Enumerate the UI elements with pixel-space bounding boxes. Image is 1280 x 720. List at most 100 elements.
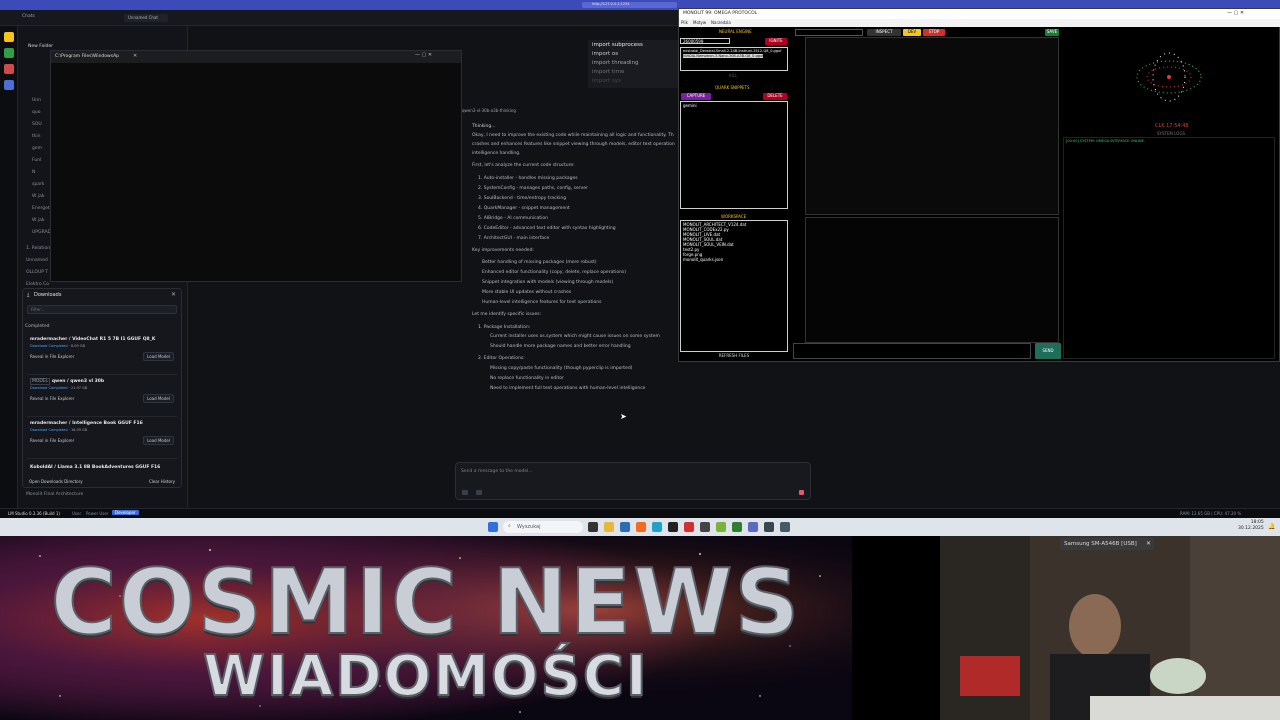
taskbar-search[interactable]: ⌕ Wyszukaj [503, 521, 583, 533]
close-icon[interactable]: ✕ [171, 291, 176, 298]
import-line: import sys [592, 78, 621, 84]
send-button[interactable]: SEND [1035, 343, 1061, 359]
sidebar-item[interactable]: 1. Relation [26, 246, 50, 251]
message-composer[interactable]: Send a message to the model... [455, 462, 811, 500]
thinking-indicator[interactable]: Thinking... [472, 124, 496, 129]
model-list[interactable]: mistralai_Devstral-Small-2-24B-Instruct-… [680, 47, 788, 71]
menu-motyw[interactable]: Motyw [693, 20, 706, 25]
delete-button[interactable]: DELETE [763, 93, 787, 100]
dev-button[interactable]: DEV [903, 29, 921, 36]
load-model-button[interactable]: Load Model [143, 352, 174, 361]
sidebar-item[interactable]: Unnamed [26, 258, 48, 263]
save-button[interactable]: SAVE [1045, 29, 1059, 36]
tools-icon[interactable] [476, 490, 482, 495]
explorer-window-controls[interactable]: — ▢ ✕ [415, 52, 432, 58]
output-area[interactable] [805, 217, 1059, 343]
reveal-button[interactable]: Reveal in File Explorer [30, 396, 74, 401]
command-input[interactable] [795, 29, 863, 36]
list-item: Current installer uses os.system which m… [490, 334, 660, 339]
chat-icon[interactable] [4, 32, 14, 42]
store-icon[interactable] [620, 522, 630, 532]
sidebar-item[interactable]: quo [32, 110, 40, 115]
monolith-window-controls[interactable]: — ▢ ✕ [1227, 10, 1244, 16]
composer-placeholder[interactable]: Send a message to the model... [461, 469, 533, 474]
stop-button[interactable]: STOP [923, 29, 945, 36]
refresh-files-button[interactable]: REFRESH FILES [699, 353, 769, 359]
sidebar-item[interactable]: Funl [32, 158, 41, 163]
system-log-panel: [00:00] SYSTEM: OMEGA INTERFACE ONLINE. [1063, 137, 1275, 359]
app-icon[interactable] [716, 522, 726, 532]
mode-power-user[interactable]: Power User [86, 511, 108, 516]
model-option-selected[interactable]: NVIDIA-Nemotron-3-Nano-30B-A3B-Q8_0.gguf [683, 54, 764, 58]
app-icon[interactable] [764, 522, 774, 532]
reveal-button[interactable]: Reveal in File Explorer [30, 438, 74, 443]
app-icon[interactable] [780, 522, 790, 532]
search-icon[interactable] [4, 80, 14, 90]
attach-icon[interactable] [462, 490, 468, 495]
folder-new[interactable]: New Folder [28, 44, 53, 49]
terminal-icon[interactable] [4, 48, 14, 58]
sidebar-item[interactable]: spark [32, 182, 44, 187]
mode-developer[interactable]: Developer [112, 510, 139, 515]
sidebar-item[interactable]: SOU [32, 122, 42, 127]
system-logs-header: SYSTEM LOGS [1157, 131, 1186, 136]
list-item: More stable UI updates without crashes [482, 290, 572, 295]
start-icon[interactable] [488, 522, 498, 532]
load-model-button[interactable]: Load Model [143, 394, 174, 403]
port-field[interactable]: 26000599 [680, 38, 730, 44]
sidebar-item[interactable]: Elektro Co [26, 282, 49, 287]
browser-address-tab[interactable]: http://127.0.0.1:1234 [582, 2, 677, 8]
terminal-icon[interactable] [668, 522, 678, 532]
file-explorer-icon[interactable] [604, 522, 614, 532]
sidebar-item[interactable]: Unn [32, 98, 41, 103]
code-editor[interactable] [805, 37, 1059, 215]
brave-icon[interactable] [636, 522, 646, 532]
load-model-button[interactable]: Load Model [143, 436, 174, 445]
kill-button[interactable]: KILL [729, 73, 737, 78]
app-icon[interactable] [684, 522, 694, 532]
file-item[interactable]: monolit_quarks.json [683, 257, 723, 262]
folder-icon[interactable] [4, 64, 14, 74]
sidebar-footer[interactable]: Monolit Final Architecture [26, 492, 83, 497]
sidebar-item[interactable]: OLLOUP T [26, 270, 48, 275]
menu-narzedzia[interactable]: Narzedzia [711, 20, 731, 25]
sidebar-item[interactable]: N [32, 170, 35, 175]
snippet-list[interactable]: gemini [680, 101, 788, 209]
taskbar-clock[interactable]: 18:05 30.12.2025 [1238, 520, 1264, 532]
edge-icon[interactable] [652, 522, 662, 532]
mode-user[interactable]: User [72, 511, 81, 516]
open-downloads-dir-button[interactable]: Open Downloads Directory [29, 479, 83, 484]
wiadomosci-subtitle: WIADOMOŚCI [202, 643, 649, 710]
clear-history-button[interactable]: Clear History [149, 479, 175, 484]
ignite-button[interactable]: IGNITE [765, 38, 787, 45]
app-icon[interactable] [700, 522, 710, 532]
inspect-button[interactable]: INSPECT [867, 29, 901, 36]
notification-icon[interactable]: 🔔 [1268, 523, 1275, 530]
sidebar-item[interactable]: gem [32, 146, 42, 151]
app-icon[interactable] [732, 522, 742, 532]
model-option[interactable]: mistralai_Devstral-Small-2-24B-Instruct-… [683, 49, 781, 53]
reveal-button[interactable]: Reveal in File Explorer [30, 354, 74, 359]
sidebar-item[interactable]: W jak [32, 218, 45, 223]
monolith-title-bar: MONOLIT 99: OMEGA PROTOCOL — ▢ ✕ [679, 9, 1280, 19]
app-icon[interactable] [748, 522, 758, 532]
filter-input[interactable]: Filter... [27, 305, 177, 314]
chat-text: intelligence handling. [472, 151, 521, 156]
monolith-title: MONOLIT 99: OMEGA PROTOCOL [683, 11, 758, 16]
chat-tab[interactable]: Unnamed Chat [124, 14, 168, 22]
clock-time: 18:05 [1250, 520, 1264, 525]
close-icon[interactable]: ✕ [1146, 540, 1151, 547]
workspace-list[interactable]: MONOLIT_ARCHITECT_V124.dat MONOLIT_CODEx… [680, 220, 788, 352]
snippet-item[interactable]: gemini [683, 103, 697, 108]
sidebar-item[interactable]: tkin [32, 134, 40, 139]
menu-plik[interactable]: Plik [681, 20, 688, 25]
task-view-icon[interactable] [588, 522, 598, 532]
prompt-input[interactable] [793, 343, 1031, 359]
clock-readout: CLK 17:54:48 [1155, 123, 1189, 129]
close-tab-icon[interactable]: ✕ [133, 53, 137, 59]
sidebar-item[interactable]: UPGRAD [32, 230, 51, 235]
stop-icon[interactable] [799, 490, 804, 495]
sidebar-item[interactable]: W jak [32, 194, 45, 199]
download-icon: ⤓ [27, 292, 30, 298]
capture-button[interactable]: CAPTURE [681, 93, 711, 100]
